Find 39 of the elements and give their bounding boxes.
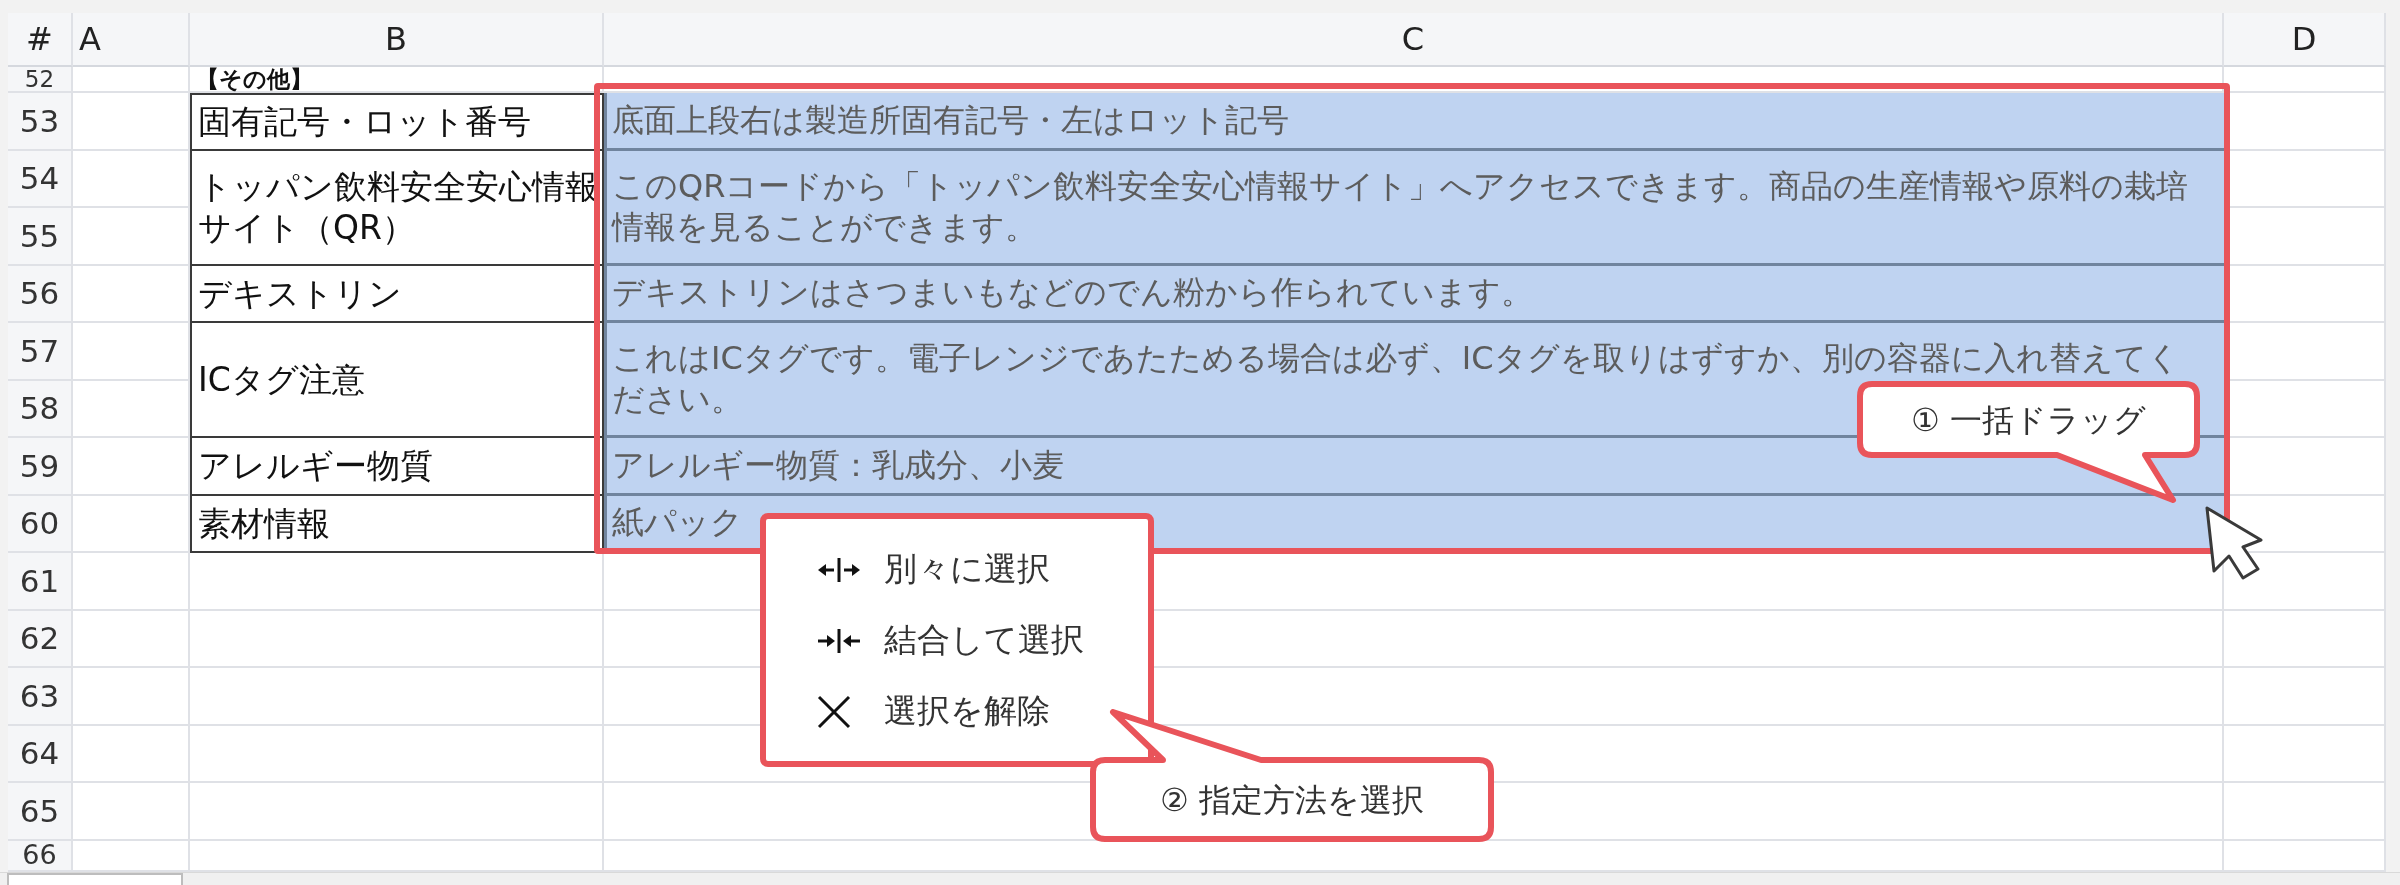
row-number: 56 bbox=[8, 265, 73, 323]
item-name-cell: 素材情報 bbox=[190, 493, 604, 553]
column-header: D bbox=[2224, 13, 2386, 67]
merge-arrows-icon bbox=[817, 627, 861, 654]
callout-text: ① 一括ドラッグ bbox=[1911, 399, 2146, 440]
row-number: 59 bbox=[8, 438, 73, 496]
row-number: 61 bbox=[8, 553, 73, 611]
item-name-cell: 固有記号・ロット番号 bbox=[190, 93, 604, 151]
section-heading: 【その他】 bbox=[190, 67, 604, 93]
row-number: 58 bbox=[8, 380, 73, 438]
row-number: 62 bbox=[8, 610, 73, 668]
row-number: 63 bbox=[8, 668, 73, 726]
column-header: B bbox=[190, 13, 604, 67]
row-number: 64 bbox=[8, 725, 73, 783]
row-number: 54 bbox=[8, 150, 73, 208]
description-cell: アレルギー物質：乳成分、小麦 bbox=[604, 438, 2224, 496]
mouse-pointer-icon bbox=[2204, 505, 2264, 581]
column-header: A bbox=[73, 13, 190, 67]
split-arrows-icon bbox=[817, 556, 861, 583]
scrollbar-thumb[interactable] bbox=[7, 873, 183, 885]
row-number: 52 bbox=[8, 67, 73, 93]
row-number: 53 bbox=[8, 93, 73, 151]
description-cell: デキストリンはさつまいもなどのでん粉から作られています。 bbox=[604, 265, 2224, 323]
callout-text: ② 指定方法を選択 bbox=[1160, 779, 1424, 820]
description-cell: 底面上段右は製造所固有記号・左はロット記号 bbox=[604, 93, 2224, 151]
item-name-cell: デキストリン bbox=[190, 263, 604, 323]
row-number: 60 bbox=[8, 495, 73, 553]
row-number: 55 bbox=[8, 208, 73, 266]
row-number: 57 bbox=[8, 323, 73, 381]
row-number: 65 bbox=[8, 783, 73, 841]
column-header: C bbox=[604, 13, 2224, 67]
item-name-cell: アレルギー物質 bbox=[190, 436, 604, 496]
description-cell: このQRコードから「トッパン飲料安全安心情報サイト」へアクセスできます。商品の生産情報や原料の栽培情報を見ることができます。 bbox=[604, 150, 2224, 266]
close-icon bbox=[817, 694, 851, 729]
menu-item[interactable]: 選択を解除 bbox=[817, 676, 1050, 747]
horizontal-scrollbar[interactable] bbox=[0, 872, 2400, 885]
menu-item[interactable]: 結合して選択 bbox=[817, 605, 1084, 676]
row-number: 66 bbox=[8, 840, 73, 872]
corner-header: # bbox=[8, 13, 73, 67]
